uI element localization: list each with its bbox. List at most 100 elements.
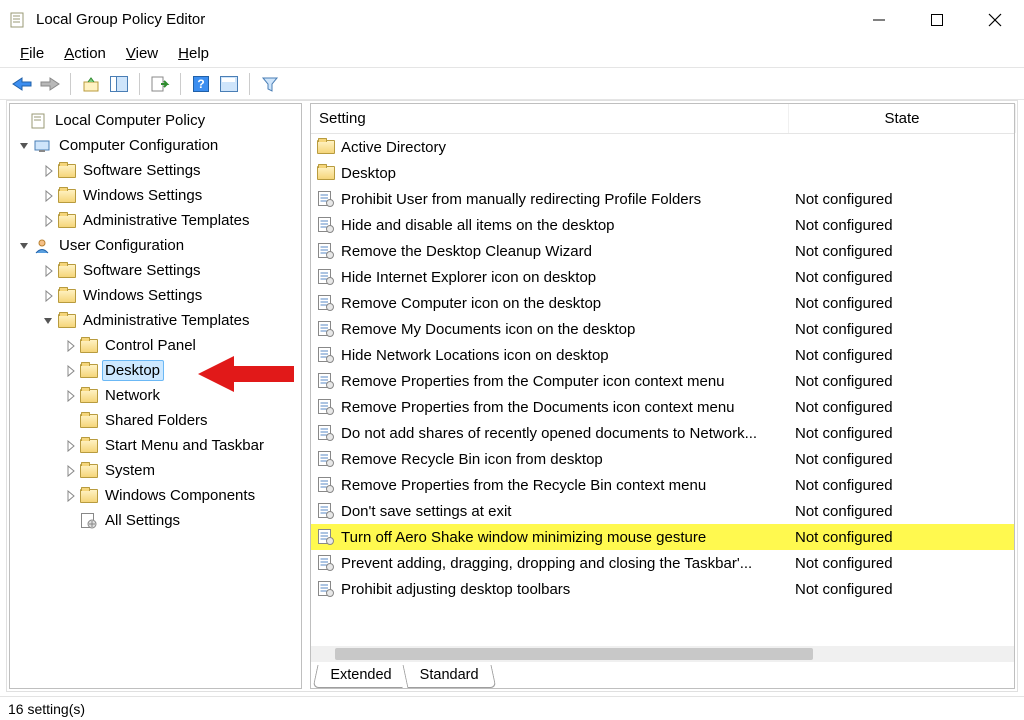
- list-row[interactable]: Remove My Documents icon on the desktopN…: [311, 316, 1014, 342]
- tree-cc-software[interactable]: Software Settings: [10, 158, 301, 183]
- setting-state: Not configured: [789, 555, 999, 572]
- list-row[interactable]: Remove Properties from the Documents ico…: [311, 394, 1014, 420]
- chevron-right-icon[interactable]: [42, 189, 56, 203]
- setting-name: Remove Properties from the Computer icon…: [341, 373, 725, 390]
- tree-uc-software[interactable]: Software Settings: [10, 258, 301, 283]
- setting-name: Remove Computer icon on the desktop: [341, 295, 601, 312]
- setting-name: Prohibit adjusting desktop toolbars: [341, 581, 570, 598]
- chevron-right-icon[interactable]: [42, 264, 56, 278]
- user-icon: [34, 237, 52, 255]
- scrollbar-thumb[interactable]: [335, 648, 813, 660]
- help-button[interactable]: ?: [188, 71, 214, 97]
- list-row[interactable]: Remove Computer icon on the desktopNot c…: [311, 290, 1014, 316]
- folder-icon: [58, 287, 76, 305]
- tree-win-components[interactable]: Windows Components: [10, 483, 301, 508]
- chevron-right-icon[interactable]: [64, 389, 78, 403]
- setting-state: Not configured: [789, 217, 999, 234]
- back-button[interactable]: [9, 71, 35, 97]
- chevron-right-icon[interactable]: [42, 164, 56, 178]
- list-row[interactable]: Desktop: [311, 160, 1014, 186]
- export-list-button[interactable]: [147, 71, 173, 97]
- list-row[interactable]: Prohibit adjusting desktop toolbarsNot c…: [311, 576, 1014, 602]
- setting-name: Active Directory: [341, 139, 446, 156]
- menu-file[interactable]: File: [10, 43, 54, 64]
- setting-state: Not configured: [789, 243, 999, 260]
- chevron-right-icon[interactable]: [64, 339, 78, 353]
- filter-button[interactable]: [257, 71, 283, 97]
- close-button[interactable]: [966, 0, 1024, 40]
- chevron-right-icon[interactable]: [64, 439, 78, 453]
- menu-help[interactable]: Help: [168, 43, 219, 64]
- list-row[interactable]: Don't save settings at exitNot configure…: [311, 498, 1014, 524]
- tree-start-menu[interactable]: Start Menu and Taskbar: [10, 433, 301, 458]
- tree-cc-admin[interactable]: Administrative Templates: [10, 208, 301, 233]
- tab-standard[interactable]: Standard: [403, 665, 497, 688]
- list-row[interactable]: Remove Recycle Bin icon from desktopNot …: [311, 446, 1014, 472]
- folder-icon: [80, 462, 98, 480]
- folder-icon: [317, 138, 335, 156]
- setting-icon: [317, 476, 335, 494]
- menu-view[interactable]: View: [116, 43, 168, 64]
- list-row[interactable]: Prevent adding, dragging, dropping and c…: [311, 550, 1014, 576]
- list-row[interactable]: Active Directory: [311, 134, 1014, 160]
- setting-name: Turn off Aero Shake window minimizing mo…: [341, 529, 706, 546]
- tree-all-settings[interactable]: All Settings: [10, 508, 301, 533]
- chevron-right-icon[interactable]: [64, 364, 78, 378]
- tree-control-panel[interactable]: Control Panel: [10, 333, 301, 358]
- minimize-button[interactable]: [850, 0, 908, 40]
- tree-root[interactable]: Local Computer Policy: [10, 108, 301, 133]
- tree-label: All Settings: [102, 510, 184, 531]
- menu-bar: File Action View Help: [0, 40, 1024, 68]
- splitter[interactable]: [304, 101, 308, 691]
- col-setting[interactable]: Setting: [311, 104, 789, 133]
- list-row[interactable]: Do not add shares of recently opened doc…: [311, 420, 1014, 446]
- tree-network[interactable]: Network: [10, 383, 301, 408]
- tree-uc-admin[interactable]: Administrative Templates: [10, 308, 301, 333]
- list-row[interactable]: Hide Internet Explorer icon on desktopNo…: [311, 264, 1014, 290]
- tree-label: Network: [102, 385, 164, 406]
- setting-icon: [317, 294, 335, 312]
- horizontal-scrollbar[interactable]: [311, 646, 1014, 662]
- chevron-right-icon[interactable]: [64, 489, 78, 503]
- tree-system[interactable]: System: [10, 458, 301, 483]
- tree-computer-config[interactable]: Computer Configuration: [10, 133, 301, 158]
- properties-button[interactable]: [216, 71, 242, 97]
- tab-extended[interactable]: Extended: [313, 665, 408, 688]
- tree-cc-windows[interactable]: Windows Settings: [10, 183, 301, 208]
- tree-label: Start Menu and Taskbar: [102, 435, 268, 456]
- chevron-right-icon[interactable]: [42, 289, 56, 303]
- tree-desktop[interactable]: Desktop: [10, 358, 301, 383]
- list-row[interactable]: Remove the Desktop Cleanup WizardNot con…: [311, 238, 1014, 264]
- chevron-right-icon[interactable]: [42, 214, 56, 228]
- folder-icon: [58, 187, 76, 205]
- list-row[interactable]: Hide Network Locations icon on desktopNo…: [311, 342, 1014, 368]
- setting-icon: [317, 216, 335, 234]
- list-row[interactable]: Hide and disable all items on the deskto…: [311, 212, 1014, 238]
- tree-shared-folders[interactable]: Shared Folders: [10, 408, 301, 433]
- folder-icon: [80, 337, 98, 355]
- list-row[interactable]: Prohibit User from manually redirecting …: [311, 186, 1014, 212]
- folder-icon: [80, 387, 98, 405]
- tree-label: Desktop: [102, 360, 164, 381]
- chevron-down-icon[interactable]: [42, 314, 56, 328]
- chevron-right-icon[interactable]: [64, 464, 78, 478]
- list-row[interactable]: Remove Properties from the Recycle Bin c…: [311, 472, 1014, 498]
- menu-action[interactable]: Action: [54, 43, 116, 64]
- chevron-down-icon[interactable]: [18, 139, 32, 153]
- chevron-down-icon[interactable]: [18, 239, 32, 253]
- forward-button[interactable]: [37, 71, 63, 97]
- client-area: Local Computer Policy Computer Configura…: [6, 100, 1018, 692]
- list-row[interactable]: Turn off Aero Shake window minimizing mo…: [311, 524, 1014, 550]
- tree-view[interactable]: Local Computer Policy Computer Configura…: [10, 104, 301, 537]
- col-state[interactable]: State: [789, 104, 1016, 133]
- maximize-button[interactable]: [908, 0, 966, 40]
- up-button[interactable]: [78, 71, 104, 97]
- setting-state: Not configured: [789, 373, 999, 390]
- folder-icon: [58, 312, 76, 330]
- tree-user-config[interactable]: User Configuration: [10, 233, 301, 258]
- toolbar: ?: [0, 68, 1024, 100]
- list-row[interactable]: Remove Properties from the Computer icon…: [311, 368, 1014, 394]
- tree-uc-windows[interactable]: Windows Settings: [10, 283, 301, 308]
- list-body[interactable]: Active Directory DesktopProhibit User fro…: [311, 134, 1014, 646]
- show-hide-tree-button[interactable]: [106, 71, 132, 97]
